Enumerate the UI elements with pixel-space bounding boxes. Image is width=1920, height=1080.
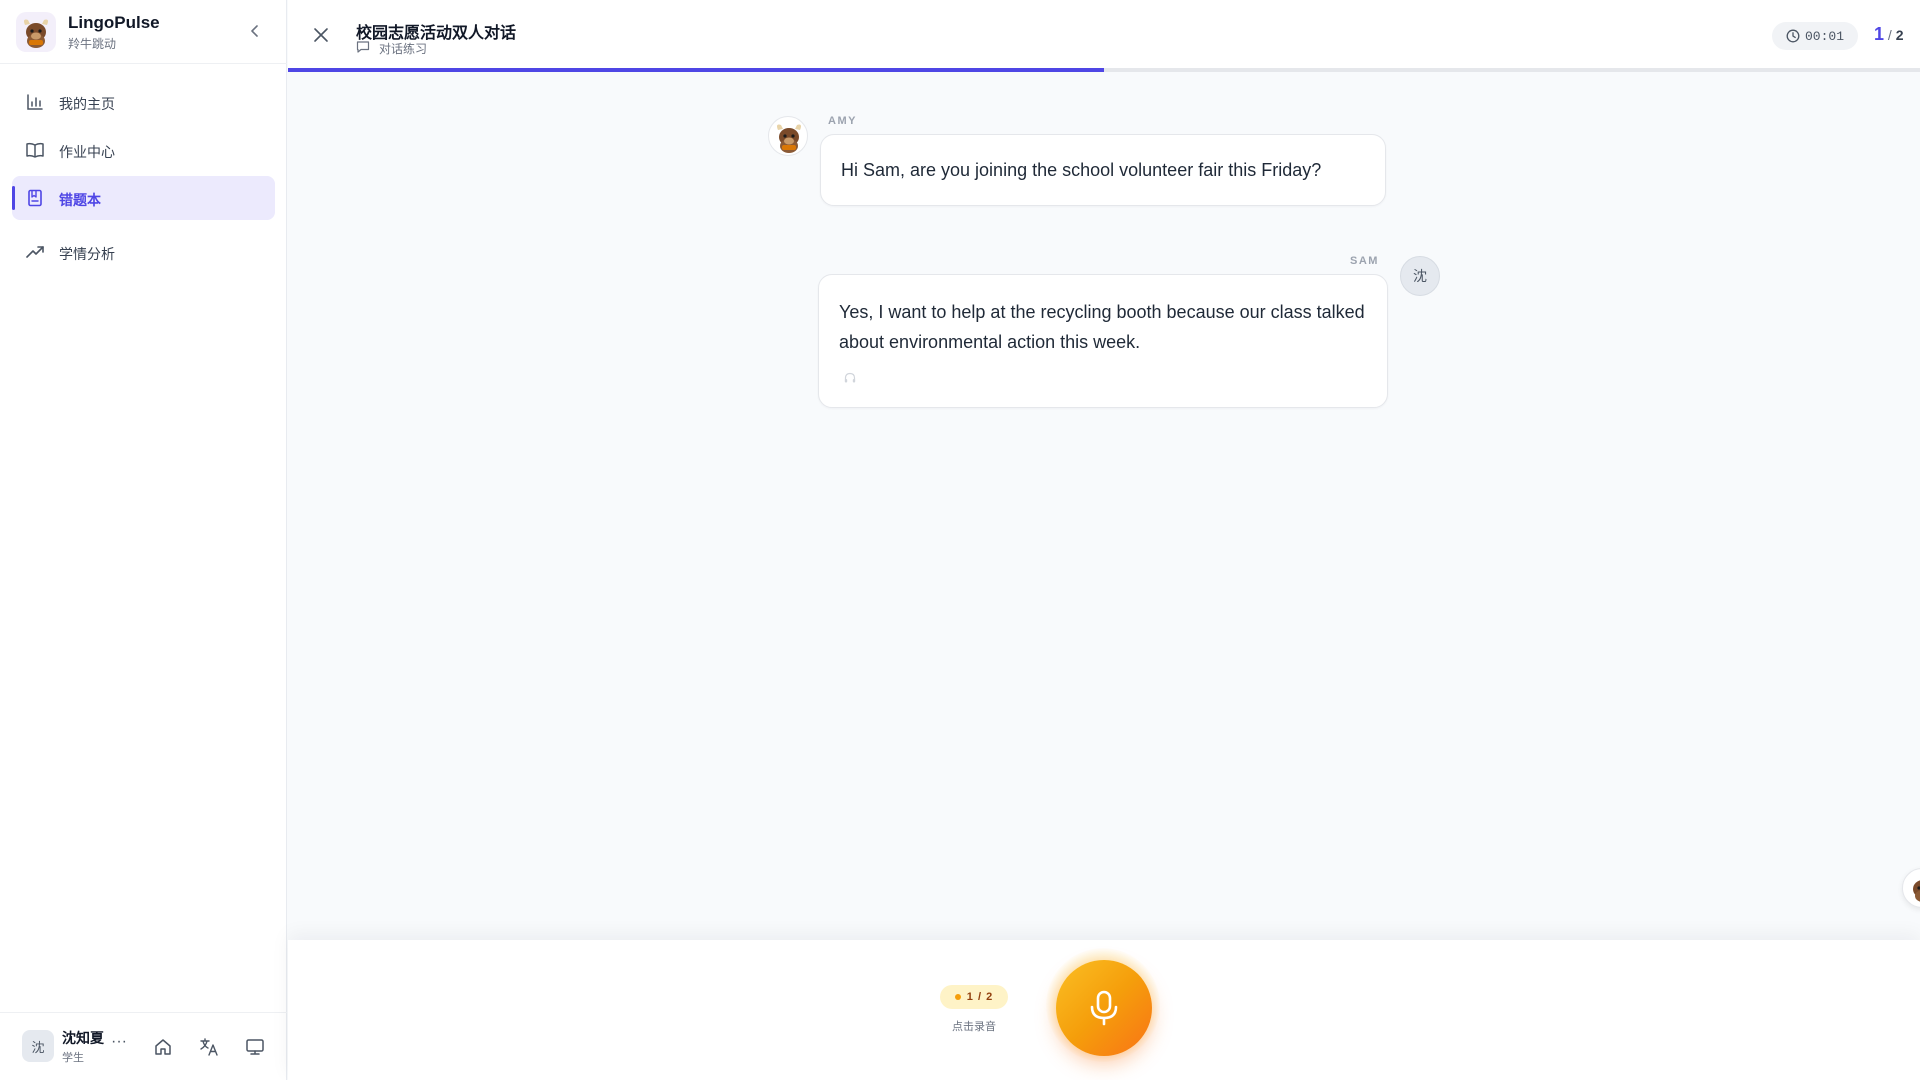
speaker-name-amy: AMY — [828, 115, 857, 127]
yak-mascot-icon — [777, 124, 801, 153]
sidebar-item-mistakes[interactable]: 错题本 — [12, 176, 275, 220]
yak-mascot-icon — [1913, 880, 1920, 902]
dialogue-area: AMY Hi Sam, are you joining the school v… — [288, 72, 1920, 940]
user-role: 学生 — [62, 1052, 84, 1064]
dialogue-text: Yes, I want to help at the recycling boo… — [839, 302, 1365, 352]
user-avatar[interactable]: 沈 — [22, 1030, 54, 1062]
dialogue-bubble-amy[interactable]: Hi Sam, are you joining the school volun… — [820, 134, 1386, 206]
record-button[interactable] — [1056, 960, 1152, 1056]
sidebar-item-analytics[interactable]: 学情分析 — [12, 230, 275, 274]
close-icon[interactable] — [310, 24, 332, 46]
counter-separator: / — [1887, 27, 1892, 43]
sidebar-item-label: 我的主页 — [59, 96, 115, 112]
sidebar-item-home[interactable]: 我的主页 — [12, 80, 275, 124]
practice-header: 校园志愿活动双人对话 对话练习 00:01 1 / 2 — [288, 0, 1920, 68]
brand-header: LingoPulse 羚牛跳动 — [0, 0, 287, 64]
round-dot — [954, 994, 961, 1000]
translate-icon[interactable] — [198, 1036, 220, 1058]
record-hint: 点击录音 — [952, 1021, 996, 1033]
task-type: 对话练习 — [379, 42, 428, 56]
sidebar: LingoPulse 羚牛跳动 我的主页 作业中心 错题本 学情分析 沈 沈知夏… — [0, 0, 287, 1080]
collapse-sidebar-button[interactable] — [244, 20, 266, 42]
notebook-icon — [28, 189, 42, 207]
home-icon[interactable] — [152, 1036, 174, 1058]
user-name: 沈知夏 — [62, 1030, 104, 1046]
sidebar-item-label: 作业中心 — [59, 144, 115, 160]
speaker-name-sam: SAM — [1350, 255, 1379, 267]
sidebar-item-label: 错题本 — [59, 192, 101, 208]
chat-bubble-icon — [356, 41, 370, 53]
floating-assistant-button[interactable] — [1902, 868, 1920, 908]
more-options-button[interactable]: ··· — [110, 1033, 128, 1057]
sidebar-item-assignments[interactable]: 作业中心 — [12, 128, 275, 172]
round-text: 1 / 2 — [966, 991, 994, 1003]
app-subtitle: 羚牛跳动 — [68, 37, 117, 51]
record-panel: 1 / 2 点击录音 — [288, 940, 1920, 1080]
user-bar: 沈 沈知夏 学生 ··· — [0, 1012, 287, 1080]
trending-up-icon — [26, 246, 44, 258]
amy-avatar — [768, 116, 808, 156]
yak-mascot-logo — [16, 12, 56, 52]
timer-badge: 00:01 — [1772, 22, 1858, 50]
app-name: LingoPulse — [68, 13, 160, 32]
round-indicator: 1 / 2 — [940, 985, 1008, 1009]
headphones-icon[interactable] — [843, 371, 857, 385]
question-counter: 1 / 2 — [1874, 24, 1903, 45]
timer-value: 00:01 — [1804, 28, 1844, 44]
sam-avatar: 沈 — [1400, 256, 1440, 296]
app-root: LingoPulse 羚牛跳动 我的主页 作业中心 错题本 学情分析 沈 沈知夏… — [0, 0, 1920, 1080]
bar-chart-icon — [27, 94, 43, 110]
dialogue-text: Hi Sam, are you joining the school volun… — [841, 160, 1322, 180]
sidebar-item-label: 学情分析 — [59, 246, 115, 262]
dialogue-bubble-sam[interactable]: Yes, I want to help at the recycling boo… — [818, 274, 1388, 408]
open-book-icon — [26, 142, 44, 158]
total-questions: 2 — [1895, 27, 1904, 43]
current-question: 1 — [1874, 24, 1885, 44]
microphone-icon — [1090, 990, 1118, 1026]
clock-icon — [1786, 29, 1800, 43]
chevron-left-icon — [251, 25, 258, 37]
monitor-icon[interactable] — [244, 1036, 266, 1058]
